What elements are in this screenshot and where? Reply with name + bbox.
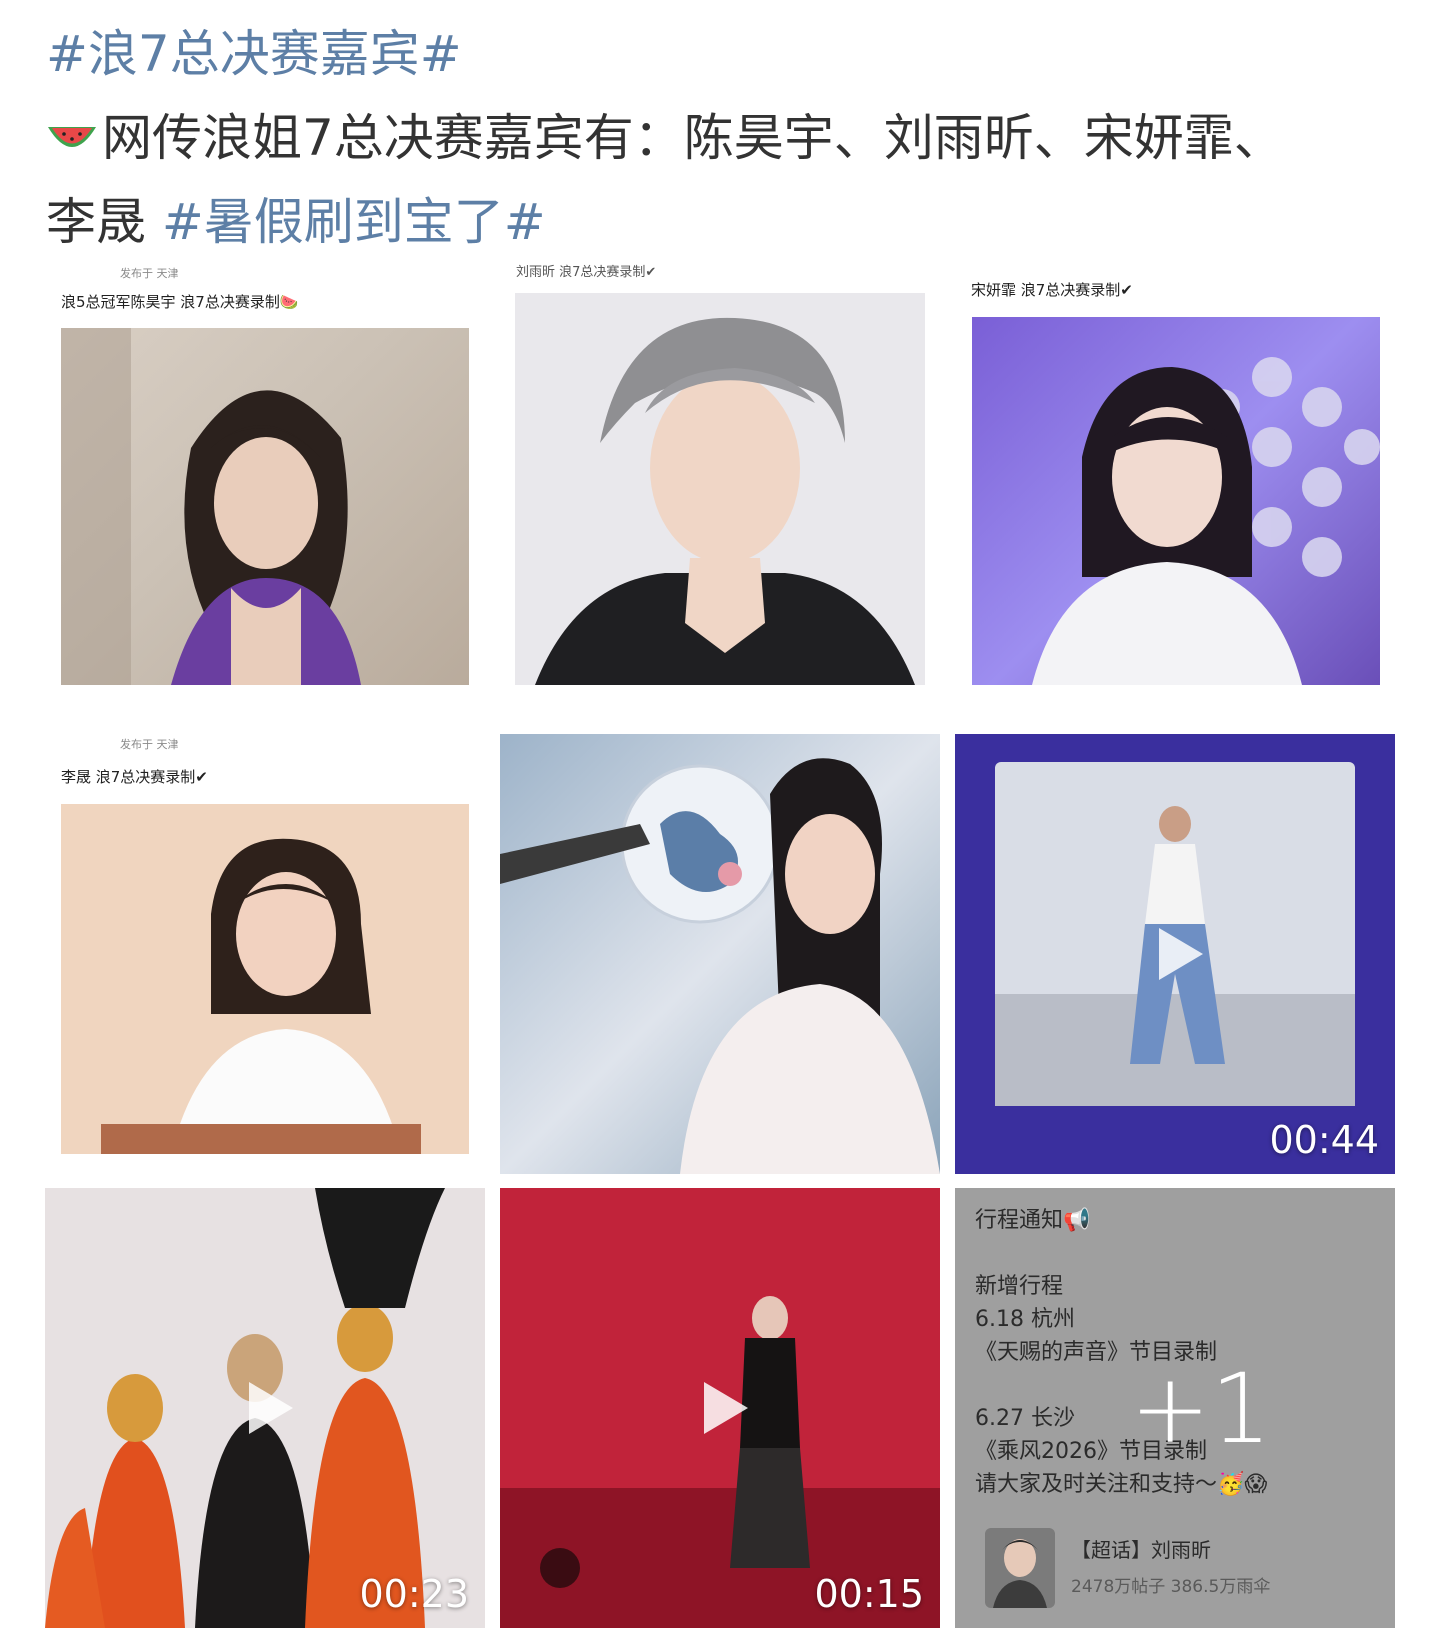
notice-line: 6.18 杭州	[975, 1307, 1075, 1332]
post-line-hashtag: #浪7总决赛嘉宾#	[46, 12, 1406, 96]
play-icon[interactable]	[227, 1370, 303, 1446]
photo	[61, 804, 469, 1154]
portrait-illustration	[535, 317, 915, 685]
image-tile-5[interactable]	[500, 734, 940, 1174]
image-tile-1[interactable]: 发布于 天津 浪5总冠军陈昊宇 浪7总决赛录制🍉	[45, 263, 485, 703]
post-line-1: 网传浪姐7总决赛嘉宾有：陈昊宇、刘雨昕、宋妍霏、	[46, 96, 1406, 180]
photo	[972, 317, 1380, 685]
more-images-count[interactable]: +1	[1130, 1353, 1272, 1465]
watermelon-icon	[46, 98, 98, 147]
image-tile-2[interactable]: 刘雨昕 浪7总决赛录制✔	[500, 263, 940, 703]
hashtag-link[interactable]: #浪7总决赛嘉宾#	[46, 25, 462, 83]
video-tile-8[interactable]: 00:15	[500, 1188, 940, 1628]
image-grid: 发布于 天津 浪5总冠军陈昊宇 浪7总决赛录制🍉 刘雨昕 浪7总决赛录制✔ 宋妍…	[45, 263, 1395, 1634]
portrait-illustration	[1032, 357, 1380, 685]
video-tile-7[interactable]: 00:23	[45, 1188, 485, 1628]
caption-text: 李晟 浪7总决赛录制✔	[61, 768, 208, 786]
notice-line: 6.27 长沙	[975, 1406, 1075, 1431]
photo	[515, 293, 925, 685]
post-body-name: 李晟	[46, 193, 162, 251]
location-text: 发布于 天津	[120, 738, 179, 751]
hashtag-link-2[interactable]: #暑假刷到宝了#	[162, 193, 546, 251]
photo	[500, 758, 940, 1174]
caption-text: 浪5总冠军陈昊宇 浪7总决赛录制🍉	[61, 293, 299, 311]
play-icon[interactable]	[1137, 916, 1213, 992]
notice-line: 请大家及时关注和支持～🥳😱	[975, 1472, 1268, 1497]
image-tile-9-more[interactable]: 行程通知📢 新增行程 6.18 杭州 《天赐的声音》节目录制 6.27 长沙 《…	[955, 1188, 1395, 1628]
caption-text: 宋妍霏 浪7总决赛录制✔	[971, 281, 1133, 299]
supertopic-card: 【超话】刘雨昕 2478万帖子 386.5万雨伞	[985, 1528, 1365, 1608]
supertopic-stats: 2478万帖子 386.5万雨伞	[1071, 1577, 1271, 1597]
notice-line: 新增行程	[975, 1274, 1064, 1299]
post-text: #浪7总决赛嘉宾# 网传浪姐7总决赛嘉宾有：陈昊宇、刘雨昕、宋妍霏、 李晟 #暑…	[46, 12, 1406, 264]
image-tile-4[interactable]: 发布于 天津 李晟 浪7总决赛录制✔	[45, 734, 485, 1174]
post-body-text: 网传浪姐7总决赛嘉宾有：陈昊宇、刘雨昕、宋妍霏、	[102, 109, 1284, 167]
location-text: 发布于 天津	[120, 267, 179, 280]
photo	[61, 328, 469, 685]
play-icon[interactable]	[682, 1370, 758, 1446]
video-duration: 00:15	[814, 1572, 924, 1616]
avatar	[985, 1528, 1055, 1608]
portrait-illustration	[61, 328, 361, 685]
caption-text: 刘雨昕 浪7总决赛录制✔	[516, 265, 657, 280]
notice-title: 行程通知📢	[975, 1208, 1091, 1233]
image-tile-3[interactable]: 宋妍霏 浪7总决赛录制✔	[955, 263, 1395, 703]
supertopic-title: 【超话】刘雨昕	[1071, 1538, 1211, 1562]
post-line-2: 李晟 #暑假刷到宝了#	[46, 180, 1406, 264]
video-duration: 00:23	[359, 1572, 469, 1616]
video-tile-6[interactable]: 00:44	[955, 734, 1395, 1174]
video-duration: 00:44	[1269, 1118, 1379, 1162]
portrait-illustration	[101, 838, 421, 1154]
